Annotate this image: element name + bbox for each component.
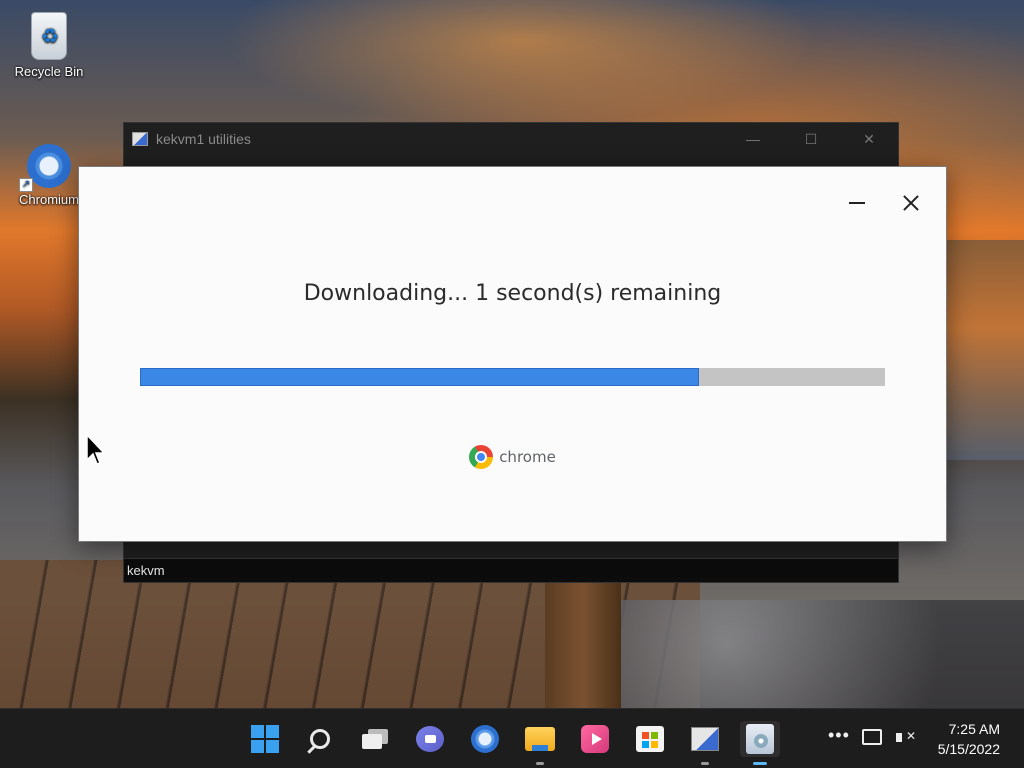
installer-minimize-button[interactable] bbox=[841, 187, 873, 219]
running-indicator bbox=[536, 762, 544, 765]
download-status-text: Downloading... 1 second(s) remaining bbox=[303, 281, 722, 306]
running-indicator bbox=[701, 762, 709, 765]
mouse-cursor-icon bbox=[86, 433, 106, 466]
clock-date: 5/15/2022 bbox=[937, 741, 1000, 757]
taskbar-media-button[interactable] bbox=[575, 721, 615, 757]
taskbar-kvm-utilities-button[interactable] bbox=[685, 721, 725, 765]
wallpaper-rocks bbox=[600, 600, 1024, 710]
taskbar: ••• 7:25 AM 5/15/2022 bbox=[0, 708, 1024, 768]
search-icon bbox=[310, 729, 330, 749]
taskbar-chromium-button[interactable] bbox=[465, 721, 505, 757]
taskbar-store-button[interactable] bbox=[630, 721, 670, 757]
taskbar-clock[interactable]: 7:25 AM 5/15/2022 bbox=[938, 719, 1000, 759]
utility-window-titlebar[interactable]: kekvm1 utilities — ☐ ✕ bbox=[124, 123, 898, 155]
minimize-button[interactable]: — bbox=[724, 123, 782, 155]
media-player-icon bbox=[581, 725, 609, 753]
close-button[interactable]: ✕ bbox=[840, 123, 898, 155]
task-view-icon bbox=[362, 729, 388, 749]
utility-status-bar: kekvm bbox=[124, 558, 898, 582]
windows-start-icon bbox=[251, 725, 279, 753]
installer-close-button[interactable] bbox=[895, 187, 927, 219]
chrome-installer-dialog: Downloading... 1 second(s) remaining chr… bbox=[78, 166, 947, 542]
kvm-utilities-icon bbox=[132, 132, 148, 146]
folder-icon bbox=[525, 727, 555, 751]
chrome-logo-icon bbox=[469, 445, 494, 469]
maximize-button[interactable]: ☐ bbox=[782, 123, 840, 155]
taskbar-task-view-button[interactable] bbox=[355, 721, 395, 757]
taskbar-search-button[interactable] bbox=[300, 721, 340, 757]
clock-time: 7:25 AM bbox=[948, 721, 1000, 737]
desktop-icon-recycle-bin[interactable]: ♻ Recycle Bin bbox=[4, 12, 94, 79]
shortcut-arrow-icon: ↗ bbox=[19, 178, 33, 192]
desktop-icon-label: Recycle Bin bbox=[14, 64, 84, 79]
chromium-icon bbox=[471, 725, 499, 753]
download-progress-fill bbox=[140, 368, 699, 386]
chrome-brand-text: chrome bbox=[499, 448, 556, 466]
volume-muted-icon[interactable] bbox=[896, 729, 916, 747]
taskbar-chat-button[interactable] bbox=[410, 721, 450, 757]
taskbar-setup-button[interactable] bbox=[740, 721, 780, 765]
chat-icon bbox=[416, 726, 444, 752]
active-indicator bbox=[753, 762, 767, 765]
download-progress-bar bbox=[140, 368, 885, 386]
taskbar-start-button[interactable] bbox=[245, 721, 285, 757]
chromium-icon: ↗ bbox=[19, 144, 71, 192]
setup-icon bbox=[746, 724, 774, 754]
recycle-bin-icon: ♻ bbox=[31, 12, 67, 60]
taskbar-file-explorer-button[interactable] bbox=[520, 721, 560, 765]
chrome-brand: chrome bbox=[79, 445, 946, 469]
tray-overflow-button[interactable]: ••• bbox=[828, 725, 850, 746]
store-icon bbox=[636, 726, 664, 752]
kvm-utilities-icon bbox=[691, 727, 719, 751]
utility-window-title: kekvm1 utilities bbox=[156, 131, 251, 147]
network-icon[interactable] bbox=[862, 729, 882, 745]
wallpaper-post bbox=[545, 582, 621, 708]
